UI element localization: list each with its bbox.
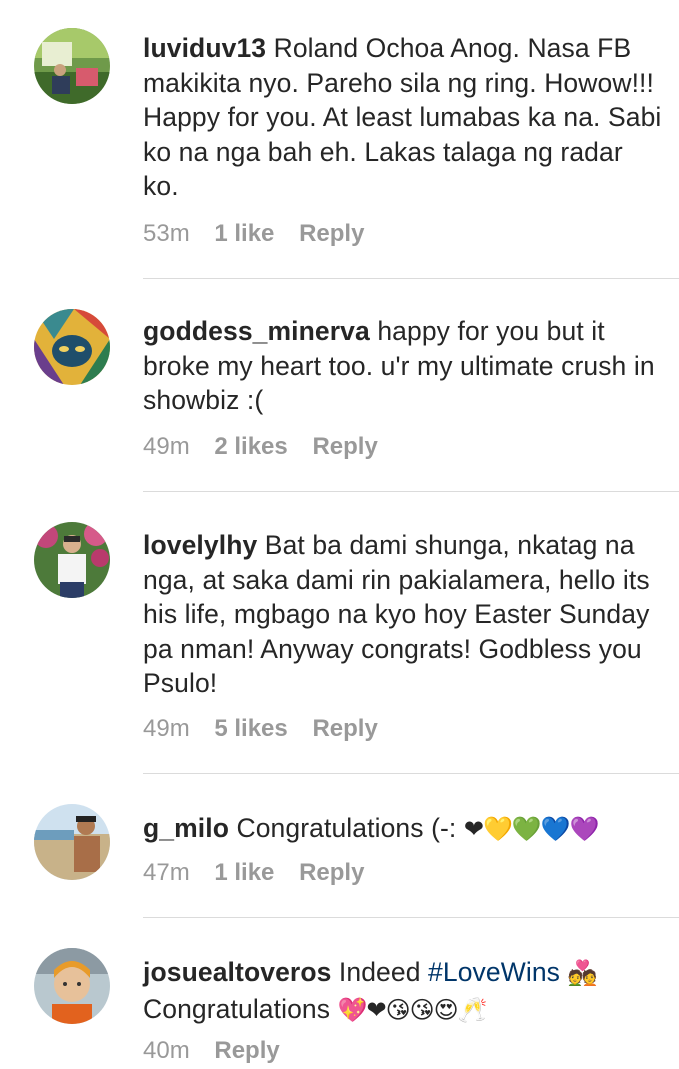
comment-meta: 47m 1 like Reply <box>143 859 382 887</box>
comment-meta: 40m Reply <box>143 1037 298 1065</box>
reply-button[interactable]: Reply <box>312 433 377 460</box>
divider <box>143 773 679 774</box>
comment-text: Congratulations <box>143 993 338 1024</box>
heart-emoji-icon: ❤💛💚💙💜 <box>463 816 600 843</box>
comment-meta: 49m 2 likes Reply <box>143 433 396 461</box>
comment-body: goddess_minerva happy for you but it bro… <box>143 314 663 418</box>
reply-button[interactable]: Reply <box>299 220 364 247</box>
reply-button[interactable]: Reply <box>312 715 377 742</box>
like-count[interactable]: 1 like <box>214 220 274 247</box>
comment-username[interactable]: josuealtoveros <box>143 957 331 987</box>
comment-username[interactable]: luviduv13 <box>143 33 266 63</box>
like-count[interactable]: 5 likes <box>214 715 287 742</box>
avatar[interactable] <box>34 309 110 385</box>
comment-timestamp: 49m <box>143 715 190 742</box>
comment-text: Congratulations (-: <box>236 813 464 843</box>
user-photo-icon <box>34 309 110 385</box>
comment-username[interactable]: lovelylhy <box>143 530 257 560</box>
like-count[interactable]: 2 likes <box>214 433 287 460</box>
divider <box>143 491 679 492</box>
avatar[interactable] <box>34 948 110 1024</box>
user-photo-icon <box>34 522 110 598</box>
like-count[interactable]: 1 like <box>214 859 274 886</box>
comment-username[interactable]: goddess_minerva <box>143 316 370 346</box>
comment-meta: 53m 1 like Reply <box>143 220 382 248</box>
user-photo-icon <box>34 804 110 880</box>
avatar[interactable] <box>34 28 110 104</box>
reply-button[interactable]: Reply <box>214 1037 279 1064</box>
comment-body: g_milo Congratulations (-: ❤💛💚💙💜 <box>143 811 663 848</box>
avatar[interactable] <box>34 522 110 598</box>
user-photo-icon <box>34 948 110 1024</box>
heart-emoji-icon: 💖❤😘😘😍🥂 <box>337 996 488 1024</box>
comment-meta: 49m 5 likes Reply <box>143 715 396 743</box>
comment-timestamp: 49m <box>143 433 190 460</box>
divider <box>143 917 679 918</box>
comment-username[interactable]: g_milo <box>143 813 229 843</box>
comment-body: josuealtoveros Indeed #LoveWins 💑 Congra… <box>143 955 663 1028</box>
user-photo-icon <box>34 28 110 104</box>
comment-text: Indeed <box>338 957 429 987</box>
comment-timestamp: 53m <box>143 220 190 247</box>
couple-emoji-icon: 💑 <box>567 960 598 987</box>
reply-button[interactable]: Reply <box>299 859 364 886</box>
comment-timestamp: 47m <box>143 859 190 886</box>
comment-timestamp: 40m <box>143 1037 190 1064</box>
comment-body: lovelylhy Bat ba dami shunga, nkatag na … <box>143 528 663 701</box>
hashtag-link[interactable]: #LoveWins <box>428 957 560 987</box>
divider <box>143 278 679 279</box>
comment-body: luviduv13 Roland Ochoa Anog. Nasa FB mak… <box>143 31 663 204</box>
avatar[interactable] <box>34 804 110 880</box>
